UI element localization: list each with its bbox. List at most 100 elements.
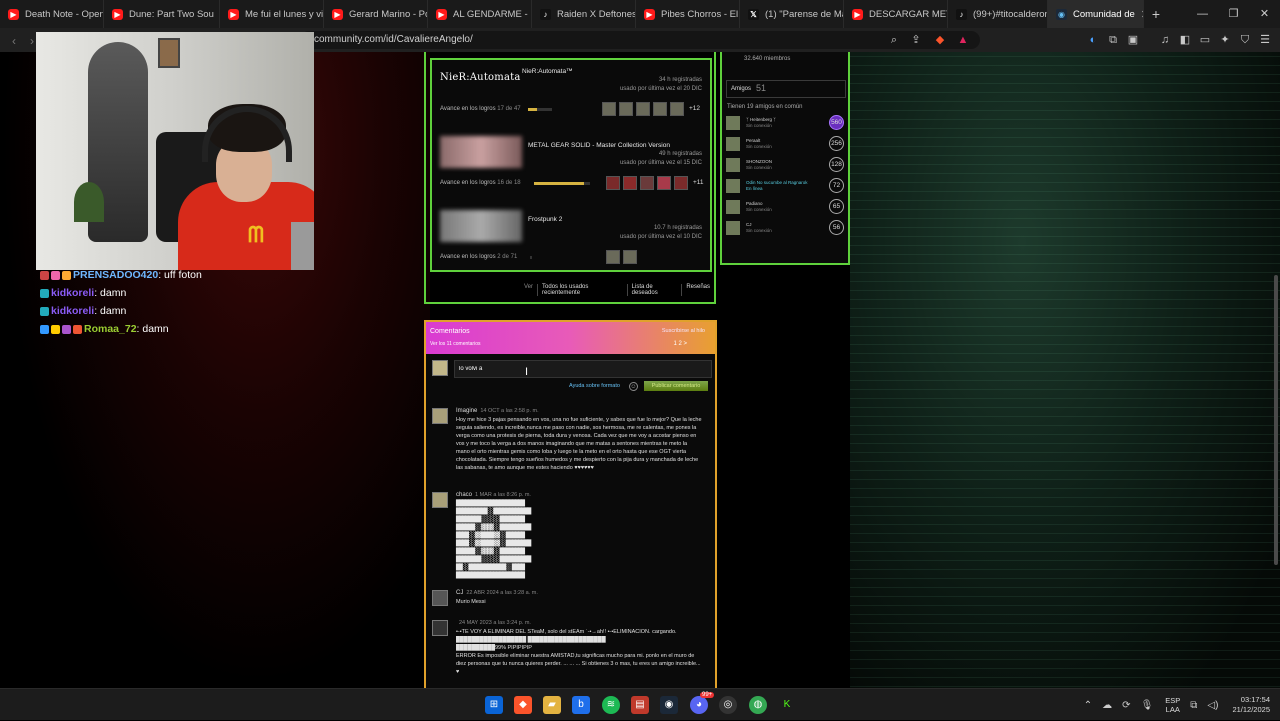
subscribe-thread-link[interactable]: Suscribirse al hilo — [662, 328, 705, 334]
spotify-icon[interactable]: ≋ — [602, 696, 620, 714]
obs-icon[interactable]: ◎ — [719, 696, 737, 714]
game-item-nier[interactable]: NieR:Automata NieR:Automata™ 34 h regist… — [440, 64, 706, 126]
avatar[interactable] — [726, 179, 740, 193]
microphone-icon[interactable]: 🎙 — [1141, 700, 1154, 711]
news-app-icon[interactable]: ▤ — [631, 696, 649, 714]
chrome-icon[interactable]: ◍ — [749, 696, 767, 714]
rewards-icon[interactable]: ▲ — [955, 32, 971, 48]
zoom-icon[interactable]: ⌕ — [886, 32, 902, 48]
achievement-icons[interactable]: +11 — [606, 176, 704, 190]
discord-icon[interactable]: ◕ — [690, 696, 708, 714]
tab-3[interactable]: ▶ Gerard Marino - Po — [324, 0, 428, 28]
achievement-icons[interactable]: +12 — [602, 102, 700, 116]
tab-2[interactable]: ▶ Me fui el lunes y vi — [220, 0, 324, 28]
start-icon[interactable]: ⊞ — [485, 696, 503, 714]
achievement-icon[interactable] — [653, 102, 667, 116]
close-tab-icon[interactable]: ✕ — [1141, 8, 1143, 21]
url-field[interactable]: community.com/id/CavaliereAngelo/ — [300, 31, 980, 49]
friend-item[interactable]: Padiano Sin conexión 65 — [726, 198, 846, 216]
game-item-frostpunk[interactable]: Frostpunk 2 10.7 h registradas usado por… — [440, 210, 706, 272]
avatar[interactable] — [432, 620, 448, 636]
tab-10[interactable]: ◉ Comunidad de ✕ — [1048, 0, 1144, 28]
achievement-icon[interactable] — [606, 250, 620, 264]
avatar[interactable] — [432, 492, 448, 508]
achievement-icon[interactable] — [623, 250, 637, 264]
reading-list-icon[interactable]: ◧ — [1177, 32, 1193, 48]
achievement-icon[interactable] — [640, 176, 654, 190]
friend-name[interactable]: CJ — [746, 222, 752, 227]
minimize-icon[interactable]: — — [1187, 0, 1218, 28]
friend-item[interactable]: Odin No sucumbe al Ragnarok En línea 72 — [726, 177, 846, 195]
avatar[interactable] — [726, 116, 740, 130]
achievement-icon[interactable] — [674, 176, 688, 190]
emoticon-icon[interactable]: ☺ — [629, 382, 638, 391]
brave-shield-icon[interactable]: ◆ — [932, 32, 948, 48]
language-indicator[interactable]: ESP LAA — [1165, 696, 1180, 714]
comment-input[interactable] — [454, 360, 712, 378]
friend-item[interactable]: SHONZOON Sin conexión 128 — [726, 156, 846, 174]
kick-icon[interactable]: K — [778, 696, 796, 714]
friend-item[interactable]: CJ Sin conexión 56 — [726, 219, 846, 237]
post-comment-button[interactable]: Publicar comentario — [644, 381, 708, 391]
tab-6[interactable]: ▶ Pibes Chorros - El p — [636, 0, 740, 28]
comment-author[interactable]: CJ — [456, 590, 463, 596]
avatar[interactable] — [432, 590, 448, 606]
comment-author[interactable]: chaco — [456, 492, 472, 498]
friend-item[interactable]: ᛉ Heitenberg ᛉ Sin conexión 560 — [726, 114, 846, 132]
media-icon[interactable]: ♫ — [1157, 32, 1173, 48]
game-name[interactable]: NieR:Automata™ — [522, 68, 573, 75]
brave-icon[interactable]: ◆ — [514, 696, 532, 714]
achievement-icon[interactable] — [602, 102, 616, 116]
menu-icon[interactable]: ☰ — [1257, 32, 1273, 48]
game-name[interactable]: Frostpunk 2 — [528, 216, 562, 223]
translate-icon[interactable]: ◐ — [1085, 32, 1101, 48]
comments-pager[interactable]: 1 2 > — [673, 341, 687, 347]
bing-icon[interactable]: b — [572, 696, 590, 714]
friend-name[interactable]: SHONZOON — [746, 159, 772, 164]
achievements-more[interactable]: +11 — [693, 176, 704, 190]
sidebar-icon[interactable]: ▣ — [1125, 32, 1141, 48]
comment-author[interactable]: Imagine — [456, 408, 477, 414]
tab-8[interactable]: ▶ DESCARGAR METAL — [844, 0, 948, 28]
tab-1[interactable]: ▶ Dune: Part Two Sou — [104, 0, 220, 28]
tab-0[interactable]: ▶ Death Note - Openi — [0, 0, 104, 28]
friend-name[interactable]: Peraalt — [746, 138, 760, 143]
wishlist-link[interactable]: Lista de deseados — [626, 284, 682, 296]
game-name[interactable]: METAL GEAR SOLID - Master Collection Ver… — [528, 142, 670, 149]
back-icon[interactable]: ‹ — [4, 34, 24, 48]
friend-name[interactable]: Padiano — [746, 201, 763, 206]
tab-5[interactable]: ♪ Raiden X Deftones — [532, 0, 636, 28]
tab-4[interactable]: ▶ AL GENDARME - KA — [428, 0, 532, 28]
friend-name[interactable]: ᛉ Heitenberg ᛉ — [746, 117, 776, 122]
maximize-icon[interactable]: ❐ — [1218, 0, 1249, 28]
game-capsule-image[interactable] — [440, 210, 522, 242]
chevron-up-icon[interactable]: ⌃ — [1084, 700, 1092, 711]
game-item-mgs[interactable]: METAL GEAR SOLID - Master Collection Ver… — [440, 136, 706, 198]
avatar[interactable] — [726, 221, 740, 235]
friend-name[interactable]: Odin No sucumbe al Ragnarok — [746, 180, 808, 185]
avatar[interactable] — [726, 137, 740, 151]
friend-item[interactable]: Peraalt Sin conexión 256 — [726, 135, 846, 153]
steam-icon[interactable]: ◉ — [660, 696, 678, 714]
achievement-icon[interactable] — [623, 176, 637, 190]
achievements-more[interactable]: +12 — [689, 102, 700, 116]
clock[interactable]: 03:17:54 21/12/2025 — [1232, 695, 1270, 715]
achievement-icon[interactable] — [657, 176, 671, 190]
close-icon[interactable]: ✕ — [1249, 0, 1280, 28]
achievement-icons[interactable] — [606, 250, 637, 264]
achievement-icon[interactable] — [619, 102, 633, 116]
share-icon[interactable]: ⇪ — [908, 32, 924, 48]
reviews-link[interactable]: Reseñas — [681, 284, 714, 296]
volume-icon[interactable]: ◁) — [1207, 700, 1218, 711]
avatar[interactable] — [726, 200, 740, 214]
view-all-comments-link[interactable]: Ver los 11 comentarios — [430, 341, 481, 347]
scrollbar-thumb[interactable] — [1274, 275, 1278, 565]
avatar[interactable] — [432, 408, 448, 424]
achievement-icon[interactable] — [606, 176, 620, 190]
vpn-icon[interactable]: ⛉ — [1237, 32, 1253, 48]
format-help-link[interactable]: Ayuda sobre formato — [569, 383, 620, 389]
tab-9[interactable]: ♪ (99+)#titocalderon — [948, 0, 1048, 28]
extensions-icon[interactable]: ⧉ — [1105, 32, 1121, 48]
tab-7[interactable]: 𝕏 (1) "Parense de Ma — [740, 0, 844, 28]
page-scrollbar[interactable] — [1274, 60, 1278, 688]
